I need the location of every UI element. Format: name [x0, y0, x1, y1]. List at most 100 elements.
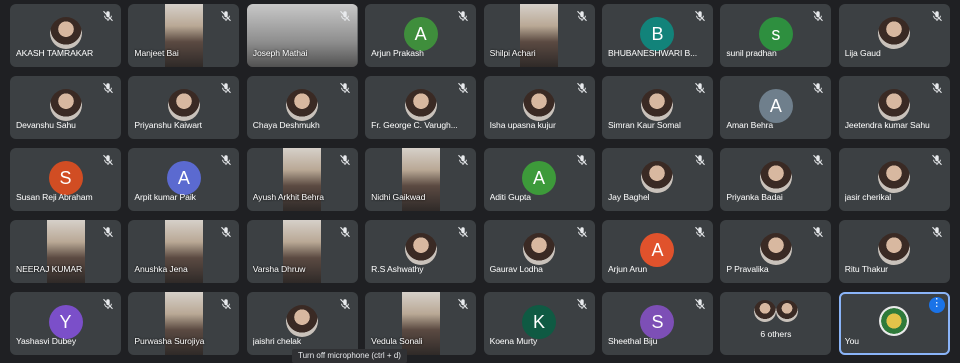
participant-name: Susan Reji Abraham	[16, 192, 93, 202]
participant-tile[interactable]: Isha upasna kujur	[483, 76, 595, 139]
participant-name: Jay Baghel	[607, 192, 650, 202]
participant-tile[interactable]: Varsha Dhruw	[246, 220, 358, 283]
participant-tile[interactable]: P Pravalika	[720, 220, 832, 283]
participant-tile[interactable]: Nidhi Gaikwad	[365, 148, 477, 211]
participant-tile[interactable]: Ayush Arkhit Behra	[246, 148, 358, 211]
avatar: K	[522, 305, 557, 340]
mic-off-icon	[812, 10, 824, 22]
mic-off-icon	[220, 298, 232, 310]
participant-tile[interactable]: Shilpi Achari	[483, 4, 595, 67]
mic-off-icon	[694, 82, 706, 94]
participant-tile[interactable]: Priyanshu Kaiwart	[128, 76, 240, 139]
mic-off-icon	[931, 10, 943, 22]
participant-tile[interactable]: A Arjun Prakash	[365, 4, 477, 67]
participant-name: Isha upasna kujur	[489, 120, 556, 130]
participant-name: Fr. George C. Varugh...	[371, 120, 458, 130]
participant-tile[interactable]: A Arjun Arun	[601, 220, 713, 283]
participant-tile[interactable]: K Koena Murty	[483, 292, 595, 355]
participant-name: Gaurav Lodha	[489, 264, 543, 274]
mic-off-icon	[220, 154, 232, 166]
avatar-photo	[286, 88, 319, 121]
participant-name: Arjun Arun	[607, 264, 648, 274]
participant-tile[interactable]: A Aditi Gupta	[483, 148, 595, 211]
participant-tile[interactable]: B BHUBANESHWARI B...	[601, 4, 713, 67]
participant-tile[interactable]: Anushka Jena	[128, 220, 240, 283]
participant-name: You	[844, 336, 859, 346]
participant-name: Jeetendra kumar Sahu	[844, 120, 930, 130]
self-tile[interactable]: ⋮ You	[838, 292, 950, 355]
others-avatars	[753, 300, 798, 322]
mic-off-icon	[339, 154, 351, 166]
mic-off-icon	[694, 10, 706, 22]
participant-tile[interactable]: R.S Ashwathy	[365, 220, 477, 283]
participant-name: Devanshu Sahu	[16, 120, 76, 130]
participant-tile[interactable]: jaishri chelak	[246, 292, 358, 355]
participant-tile[interactable]: Lija Gaud	[838, 4, 950, 67]
participant-tile[interactable]: Joseph Mathai	[246, 4, 358, 67]
mic-off-icon	[812, 154, 824, 166]
mic-off-icon	[576, 226, 588, 238]
participant-name: R.S Ashwathy	[371, 264, 424, 274]
participant-tile[interactable]: Ritu Thakur	[838, 220, 950, 283]
mic-off-icon	[457, 82, 469, 94]
mic-off-icon	[457, 154, 469, 166]
participant-tile[interactable]: Priyanka Badai	[720, 148, 832, 211]
avatar-photo	[286, 304, 319, 337]
avatar-photo	[878, 160, 911, 193]
mic-off-icon	[339, 226, 351, 238]
mic-off-icon	[576, 298, 588, 310]
avatar-photo	[641, 88, 674, 121]
participant-tile[interactable]: Purwasha Surojiya	[128, 292, 240, 355]
participant-tile[interactable]: Simran Kaur Somal	[601, 76, 713, 139]
mic-off-icon	[931, 226, 943, 238]
participant-tile[interactable]: AKASH TAMRAKAR	[10, 4, 121, 67]
avatar-photo	[167, 88, 200, 121]
participant-name: Shilpi Achari	[489, 48, 536, 58]
mic-off-icon	[457, 226, 469, 238]
participant-tile[interactable]: jasir cherikal	[838, 148, 950, 211]
avatar: A	[403, 17, 438, 52]
avatar: S	[640, 305, 675, 340]
avatar-photo	[753, 300, 776, 322]
participant-tile[interactable]: Devanshu Sahu	[10, 76, 121, 139]
participant-tile[interactable]: A Arpit kumar Paik	[128, 148, 240, 211]
participant-tile[interactable]: Fr. George C. Varugh...	[365, 76, 477, 139]
participant-tile[interactable]: Manjeet Bai	[128, 4, 240, 67]
avatar-photo	[878, 16, 911, 49]
avatar: B	[640, 17, 675, 52]
participant-name: AKASH TAMRAKAR	[16, 48, 94, 58]
participant-tile[interactable]: s sunil pradhan	[720, 4, 832, 67]
mic-off-icon	[457, 298, 469, 310]
participant-name: Anushka Jena	[134, 264, 188, 274]
others-tile[interactable]: 6 others	[720, 292, 832, 355]
avatar: A	[522, 161, 557, 196]
mic-off-icon	[931, 82, 943, 94]
participant-tile[interactable]: NEERAJ KUMAR	[10, 220, 121, 283]
participant-tile[interactable]: S Sheethal Biju	[601, 292, 713, 355]
participant-name: Sheethal Biju	[607, 336, 658, 346]
participant-name: jaishri chelak	[252, 336, 302, 346]
avatar-photo	[49, 88, 82, 121]
participant-tile[interactable]: Gaurav Lodha	[483, 220, 595, 283]
participant-name: sunil pradhan	[726, 48, 777, 58]
avatar: A	[640, 233, 675, 268]
mic-off-icon	[220, 82, 232, 94]
more-options-button[interactable]: ⋮	[928, 297, 945, 313]
participant-tile[interactable]: Jeetendra kumar Sahu	[838, 76, 950, 139]
participant-tile[interactable]: Vedula Sonali	[365, 292, 477, 355]
participant-grid: AKASH TAMRAKAR Manjeet Bai Joseph Mathai A A…	[10, 4, 950, 355]
participant-tile[interactable]: S Susan Reji Abraham	[10, 148, 121, 211]
avatar-photo	[878, 88, 911, 121]
avatar-photo	[523, 88, 556, 121]
avatar-photo	[404, 88, 437, 121]
mic-off-icon	[576, 10, 588, 22]
participant-name: Ayush Arkhit Behra	[252, 192, 324, 202]
participant-tile[interactable]: Y Yashasvi Dubey	[10, 292, 121, 355]
mic-off-icon	[457, 10, 469, 22]
participant-tile[interactable]: Chaya Deshmukh	[246, 76, 358, 139]
participant-name: Aman Behra	[726, 120, 774, 130]
participant-tile[interactable]: A Aman Behra	[720, 76, 832, 139]
avatar-photo	[759, 232, 792, 265]
participant-tile[interactable]: Jay Baghel	[601, 148, 713, 211]
participant-name: P Pravalika	[726, 264, 769, 274]
